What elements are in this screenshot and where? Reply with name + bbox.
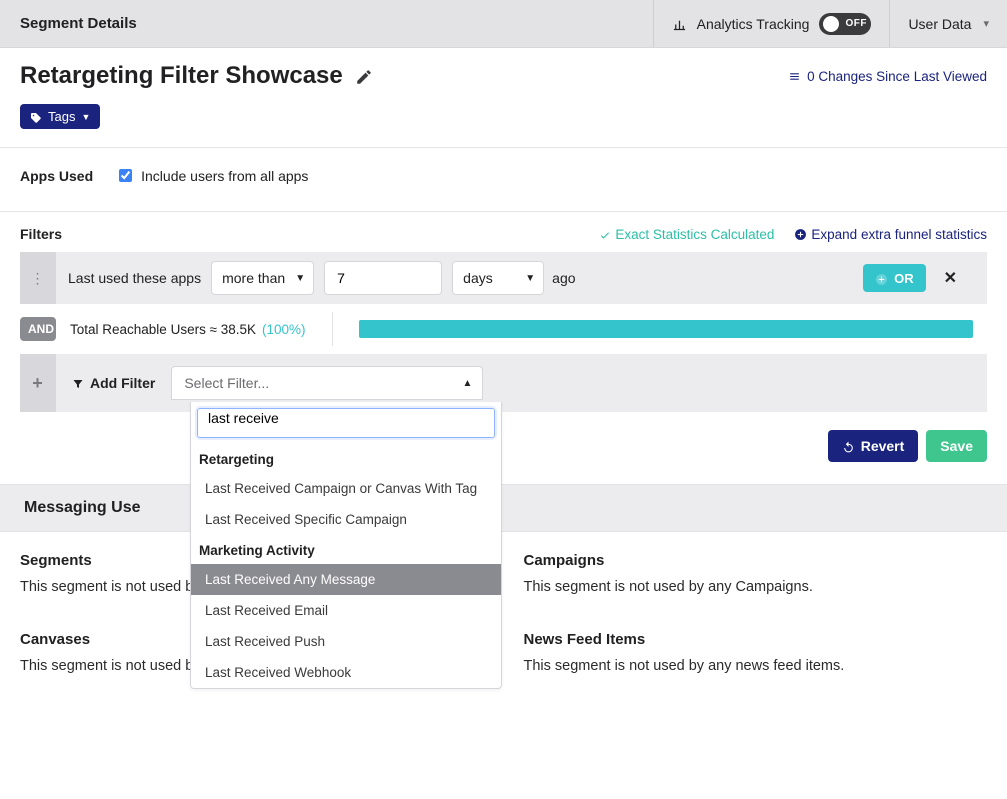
caret-up-icon: ▲ [462, 378, 472, 389]
caret-down-icon: ▼ [295, 273, 305, 284]
progress-bar [359, 320, 973, 338]
dropdown-option[interactable]: Last Received Specific Campaign [191, 504, 501, 535]
apps-used-label: Apps Used [20, 168, 93, 184]
plus-circle-icon [875, 270, 888, 285]
messaging-grid: Segments This segment is not used by any… [0, 532, 1007, 728]
filters-title: Filters [20, 226, 62, 242]
dropdown-option[interactable]: Last Received Campaign or Canvas With Ta… [191, 473, 501, 504]
action-row: Revert Save [0, 412, 1007, 484]
messaging-newsfeed: News Feed Items This segment is not used… [524, 631, 988, 700]
filters-section: Filters Exact Statistics Calculated Expa… [0, 212, 1007, 412]
analytics-tracking-toggle[interactable]: Analytics Tracking OFF [654, 0, 890, 47]
or-button[interactable]: OR [863, 264, 926, 291]
changes-link[interactable]: 0 Changes Since Last Viewed [788, 69, 987, 84]
filter-dropdown: RetargetingLast Received Campaign or Can… [190, 402, 502, 689]
comparator-select[interactable]: more than ▼ [211, 261, 314, 295]
drag-handle[interactable]: ⋮ [20, 252, 56, 304]
filter-field-label: Last used these apps [68, 270, 201, 286]
header: Retargeting Filter Showcase 0 Changes Si… [0, 48, 1007, 148]
include-all-apps-input[interactable] [119, 169, 132, 182]
save-button[interactable]: Save [926, 430, 987, 462]
add-filter-row: + Add Filter Select Filter... ▲ Retarget… [20, 354, 987, 412]
check-icon [599, 227, 611, 242]
list-icon [788, 69, 801, 84]
unit-select[interactable]: days ▼ [452, 261, 544, 295]
apps-used-section: Apps Used Include users from all apps [0, 148, 1007, 212]
topbar-title: Segment Details [0, 0, 653, 47]
analytics-label: Analytics Tracking [697, 16, 810, 32]
edit-icon[interactable] [355, 62, 373, 90]
value-field[interactable] [335, 269, 431, 287]
messaging-campaigns: Campaigns This segment is not used by an… [524, 552, 988, 621]
suffix-label: ago [552, 270, 575, 286]
user-data-dropdown[interactable]: User Data ▾ [890, 0, 1007, 47]
expand-stats-link[interactable]: Expand extra funnel statistics [794, 227, 987, 242]
caret-down-icon: ▼ [81, 112, 90, 122]
caret-down-icon: ▼ [525, 273, 535, 284]
remove-filter-button[interactable]: ✕ [944, 268, 975, 288]
funnel-icon [72, 375, 84, 391]
dropdown-option[interactable]: Last Received Email [191, 595, 501, 626]
dropdown-group-header: Marketing Activity [191, 535, 501, 564]
chart-bar-icon [672, 15, 687, 32]
topbar: Segment Details Analytics Tracking OFF U… [0, 0, 1007, 48]
dropdown-option[interactable]: Last Received Push [191, 626, 501, 657]
filter-select[interactable]: Select Filter... ▲ [171, 366, 483, 400]
dropdown-group-header: Retargeting [191, 444, 501, 473]
add-filter-plus[interactable]: + [20, 354, 56, 412]
chevron-down-icon: ▾ [983, 17, 989, 30]
and-row: AND Total Reachable Users ≈ 38.5K (100%) [20, 304, 987, 354]
toggle-off[interactable]: OFF [819, 13, 871, 35]
revert-button[interactable]: Revert [828, 430, 919, 462]
page-title: Retargeting Filter Showcase [20, 62, 373, 90]
and-badge: AND [20, 317, 56, 341]
reachable-stats: Total Reachable Users ≈ 38.5K (100%) [70, 322, 306, 337]
tag-icon [30, 109, 42, 124]
include-all-apps-checkbox[interactable]: Include users from all apps [115, 166, 308, 185]
undo-icon [842, 438, 855, 454]
tags-dropdown[interactable]: Tags ▼ [20, 104, 100, 129]
add-filter-label: Add Filter [72, 375, 155, 391]
stats-calculated-badge: Exact Statistics Calculated [599, 227, 774, 242]
dropdown-option[interactable]: Last Received Webhook [191, 657, 501, 688]
filter-search-input[interactable] [206, 409, 486, 427]
filter-row-1: ⋮ Last used these apps more than ▼ days … [20, 252, 987, 304]
dropdown-option[interactable]: Last Received Any Message [191, 564, 501, 595]
value-input[interactable] [324, 261, 442, 295]
plus-circle-icon [794, 227, 807, 242]
messaging-use-header: Messaging Use [0, 484, 1007, 532]
